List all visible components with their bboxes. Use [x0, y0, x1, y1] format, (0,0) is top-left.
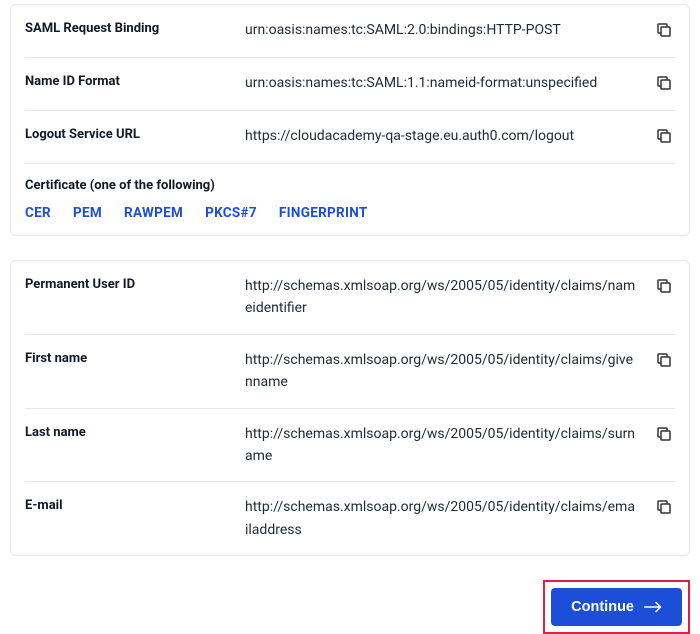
certificate-heading: Certificate (one of the following) — [25, 164, 675, 205]
continue-button[interactable]: Continue — [551, 588, 682, 626]
saml-settings-panel: SAML Request Binding urn:oasis:names:tc:… — [10, 4, 690, 236]
claims-panel: Permanent User ID http://schemas.xmlsoap… — [10, 260, 690, 556]
label-logout-service-url: Logout Service URL — [25, 125, 235, 145]
row-logout-service-url: Logout Service URL https://cloudacademy-… — [25, 111, 675, 164]
value-last-name: http://schemas.xmlsoap.org/ws/2005/05/id… — [245, 423, 643, 468]
cert-tab-fingerprint[interactable]: FINGERPRINT — [279, 205, 368, 221]
copy-button-saml-request-binding[interactable] — [653, 19, 675, 43]
continue-label: Continue — [571, 599, 634, 615]
cert-tab-pkcs7[interactable]: PKCS#7 — [205, 205, 257, 221]
copy-icon — [655, 74, 673, 96]
continue-highlight: Continue — [543, 580, 690, 634]
value-email: http://schemas.xmlsoap.org/ws/2005/05/id… — [245, 496, 643, 541]
footer: Continue — [10, 580, 690, 634]
copy-icon — [655, 425, 673, 447]
value-logout-service-url: https://cloudacademy-qa-stage.eu.auth0.c… — [245, 125, 643, 147]
copy-button-first-name[interactable] — [653, 349, 675, 373]
value-first-name: http://schemas.xmlsoap.org/ws/2005/05/id… — [245, 349, 643, 394]
copy-icon — [655, 351, 673, 373]
value-name-id-format: urn:oasis:names:tc:SAML:1.1:nameid-forma… — [245, 72, 643, 94]
certificate-tabs: CER PEM RAWPEM PKCS#7 FINGERPRINT — [25, 205, 675, 235]
arrow-right-icon — [644, 600, 662, 614]
value-saml-request-binding: urn:oasis:names:tc:SAML:2.0:bindings:HTT… — [245, 19, 643, 41]
row-name-id-format: Name ID Format urn:oasis:names:tc:SAML:1… — [25, 58, 675, 111]
label-first-name: First name — [25, 349, 235, 369]
value-permanent-user-id: http://schemas.xmlsoap.org/ws/2005/05/id… — [245, 275, 643, 320]
copy-button-name-id-format[interactable] — [653, 72, 675, 96]
cert-tab-cer[interactable]: CER — [25, 205, 51, 221]
label-email: E-mail — [25, 496, 235, 516]
label-name-id-format: Name ID Format — [25, 72, 235, 92]
row-permanent-user-id: Permanent User ID http://schemas.xmlsoap… — [25, 261, 675, 335]
row-last-name: Last name http://schemas.xmlsoap.org/ws/… — [25, 409, 675, 483]
label-permanent-user-id: Permanent User ID — [25, 275, 235, 295]
copy-icon — [655, 277, 673, 299]
copy-icon — [655, 21, 673, 43]
copy-button-last-name[interactable] — [653, 423, 675, 447]
copy-icon — [655, 498, 673, 520]
copy-button-permanent-user-id[interactable] — [653, 275, 675, 299]
row-saml-request-binding: SAML Request Binding urn:oasis:names:tc:… — [25, 5, 675, 58]
row-email: E-mail http://schemas.xmlsoap.org/ws/200… — [25, 482, 675, 555]
copy-button-logout-service-url[interactable] — [653, 125, 675, 149]
cert-tab-pem[interactable]: PEM — [73, 205, 102, 221]
copy-button-email[interactable] — [653, 496, 675, 520]
row-first-name: First name http://schemas.xmlsoap.org/ws… — [25, 335, 675, 409]
label-saml-request-binding: SAML Request Binding — [25, 19, 235, 39]
cert-tab-rawpem[interactable]: RAWPEM — [124, 205, 183, 221]
copy-icon — [655, 127, 673, 149]
label-last-name: Last name — [25, 423, 235, 443]
